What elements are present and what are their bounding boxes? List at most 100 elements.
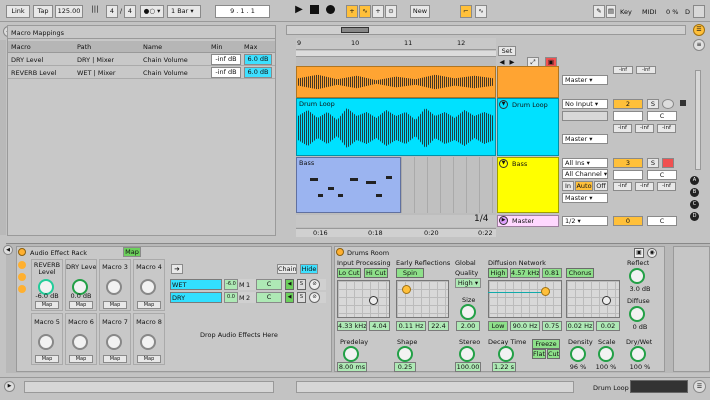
stereo-value[interactable]: 100.00	[455, 362, 481, 372]
monitor-auto-button[interactable]: Auto	[575, 181, 593, 191]
low-value[interactable]: 0.75	[542, 321, 562, 331]
er-amount-value[interactable]: 22.4	[428, 321, 449, 331]
high-shelf-button[interactable]: High	[488, 268, 508, 278]
xy-handle[interactable]	[541, 287, 550, 296]
macro-knob[interactable]	[140, 334, 156, 350]
macro-knob[interactable]	[38, 334, 54, 350]
row-min-field[interactable]: -inf dB	[211, 67, 241, 78]
send-knob[interactable]: -inf	[613, 66, 633, 74]
device-power-icon[interactable]	[336, 248, 344, 256]
send-knob[interactable]: -inf	[636, 66, 656, 74]
row-max-field[interactable]: 6.0 dB	[244, 67, 272, 78]
map-button[interactable]: Map	[123, 247, 141, 257]
chain-speaker-icon[interactable]: ◀	[285, 292, 294, 303]
time-sig-denominator[interactable]: 4	[124, 5, 136, 18]
shape-value[interactable]: 0.25	[394, 362, 416, 372]
record-icon[interactable]	[326, 5, 335, 14]
link-button[interactable]: Link	[6, 5, 30, 18]
arrangement-overview[interactable]	[286, 25, 686, 35]
prev-locator-icon[interactable]: ◀	[498, 58, 506, 66]
scene-letter[interactable]: D	[690, 212, 699, 221]
midi-note[interactable]	[386, 176, 392, 179]
spin-button[interactable]: Spin	[396, 268, 424, 278]
decay-value[interactable]: 1.22 s	[492, 362, 516, 372]
send-knob[interactable]: -inf	[613, 124, 632, 133]
rack-power-icon[interactable]	[18, 248, 26, 256]
view-toggle-icon[interactable]: ☰	[693, 24, 705, 36]
solo-button[interactable]: S	[647, 158, 659, 168]
macro-map-button[interactable]: Map	[69, 355, 93, 363]
hide-toggle-button[interactable]: Hide	[300, 264, 318, 274]
rack-side-icon[interactable]	[18, 273, 26, 281]
midi-map-button[interactable]: MIDI	[642, 8, 660, 16]
macro-map-button[interactable]: Map	[137, 355, 161, 363]
drop-effects-hint[interactable]: Drop Audio Effects Here	[200, 331, 278, 339]
device-save-icon[interactable]: ▣	[634, 248, 644, 258]
chorus-xy-pad[interactable]	[566, 280, 620, 318]
xy-handle[interactable]	[602, 296, 611, 305]
chain-arrow-icon[interactable]: ➔	[171, 264, 183, 274]
rack-side-icon[interactable]	[18, 261, 26, 269]
chain-speaker-icon[interactable]: ◀	[285, 279, 294, 290]
arm-button[interactable]	[662, 99, 674, 109]
track-activator[interactable]: 3	[613, 158, 643, 168]
macro-map-button[interactable]: Map	[103, 355, 127, 363]
tempo-field[interactable]: 125.00	[55, 5, 83, 18]
vertical-scrollbar[interactable]	[695, 70, 701, 170]
input-select[interactable]: No Input ▾	[562, 99, 608, 109]
row-max-field[interactable]: 6.0 dB	[244, 54, 272, 65]
play-icon[interactable]: ▶	[294, 4, 304, 15]
midi-note[interactable]	[376, 194, 382, 197]
cut-button[interactable]: Cut	[547, 349, 560, 359]
next-locator-icon[interactable]: ▶	[508, 58, 516, 66]
overview-window[interactable]	[341, 27, 369, 33]
macro-knob[interactable]	[106, 279, 122, 295]
chain-volume[interactable]: 0.0	[224, 292, 238, 303]
diffusion-xy-pad[interactable]	[488, 280, 562, 318]
track-pan[interactable]: C	[647, 111, 677, 121]
size-value[interactable]: 2.00	[456, 321, 480, 331]
send-knob[interactable]: -inf	[657, 124, 676, 133]
predelay-knob[interactable]	[343, 346, 359, 362]
macro-map-button[interactable]: Map	[137, 301, 161, 309]
chorus-rate-value[interactable]: 0.02 Hz	[566, 321, 594, 331]
chain-toggle-button[interactable]: Chain	[277, 264, 297, 274]
er-freq-value[interactable]: 0.11 Hz	[396, 321, 426, 331]
quality-select[interactable]: High ▾	[455, 278, 481, 288]
input-freq-value[interactable]: 4.33 kHz	[337, 321, 367, 331]
metronome-button[interactable]: ●○ ▾	[140, 5, 164, 18]
stop-clip-icon[interactable]	[680, 100, 686, 106]
predelay-value[interactable]: 8.00 ms	[337, 362, 367, 372]
input-channel[interactable]	[562, 111, 608, 121]
input-select[interactable]: All Ins ▾	[562, 158, 608, 168]
chain-mute[interactable]: M	[239, 281, 245, 289]
macro-map-button[interactable]: Map	[69, 301, 93, 309]
output-select[interactable]: Master ▾	[562, 134, 608, 144]
song-position[interactable]: 9 . 1 . 1	[215, 5, 270, 18]
punch-button[interactable]: ⊙	[385, 5, 397, 18]
midi-note[interactable]	[366, 181, 376, 184]
key-map-button[interactable]: Key	[620, 8, 634, 16]
shape-knob[interactable]	[397, 346, 413, 362]
midi-note[interactable]	[328, 187, 334, 190]
track-volume[interactable]	[613, 111, 643, 121]
xy-handle[interactable]	[369, 296, 378, 305]
follow-button[interactable]: ⌐	[460, 5, 472, 18]
rack-side-icon[interactable]	[18, 285, 26, 293]
loop-button[interactable]: +	[372, 5, 384, 18]
chain-solo-icon[interactable]: S	[297, 279, 306, 290]
chain-pan[interactable]: C	[256, 279, 282, 290]
view-toggle-icon[interactable]: ≡	[693, 39, 705, 51]
scale-knob[interactable]	[598, 346, 614, 362]
master-activator[interactable]: 0	[613, 216, 643, 226]
lo-cut-button[interactable]: Lo Cut	[337, 268, 361, 278]
decay-knob[interactable]	[498, 346, 514, 362]
stop-icon[interactable]	[310, 5, 319, 14]
macro-map-button[interactable]: Map	[35, 301, 59, 309]
high-value[interactable]: 0.81	[542, 268, 562, 278]
diffuse-knob[interactable]	[629, 306, 645, 322]
track-header-1[interactable]	[497, 66, 559, 98]
high-freq-value[interactable]: 4.57 kHz	[510, 268, 540, 278]
monitor-in-button[interactable]: In	[562, 181, 574, 191]
draw-mode-button[interactable]: ∿	[475, 5, 487, 18]
